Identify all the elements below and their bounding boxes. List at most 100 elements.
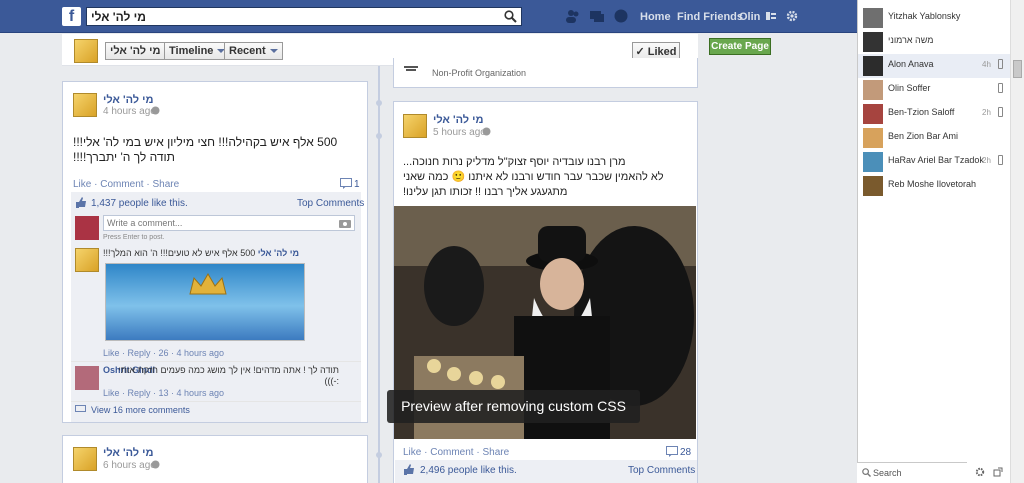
post-text: מרן רבנו עובדיה יוסף זצוק"ל מדליק נרות ח…: [403, 155, 673, 200]
post-text: 500 אלף איש בקהילה!!! חצי מיליון איש במי…: [73, 135, 338, 164]
organization-type: Non-Profit Organization: [432, 68, 527, 78]
likes-count[interactable]: 1,437 people like this.: [91, 198, 188, 209]
scrollbar-thumb[interactable]: [1013, 60, 1022, 78]
contact-name: Reb Moshe Ilovetorah: [888, 179, 977, 189]
post-author-name[interactable]: מי לה' אלי: [433, 114, 483, 126]
reply-line: מי לה' אלי 500 אלף איש לא טועים!!! ה' הו…: [103, 248, 299, 258]
press-enter-hint: Press Enter to post.: [103, 234, 165, 241]
post-author-avatar[interactable]: [73, 447, 97, 471]
camera-icon[interactable]: [339, 218, 351, 228]
timeline-dropdown[interactable]: Timeline: [164, 42, 231, 60]
write-comment-placeholder: Write a comment...: [107, 218, 183, 228]
chat-contact[interactable]: HaRav Ariel Bar Tzadok 2h: [858, 150, 1010, 174]
contact-name: Olin Soffer: [888, 83, 931, 93]
post-timestamp[interactable]: 4 hours ago: [103, 106, 156, 117]
profile-link[interactable]: Olin: [739, 11, 760, 23]
friend-requests-icon[interactable]: [565, 9, 581, 23]
top-bar: f מי לה' אלי Home Find Friends Olin: [0, 0, 857, 33]
chat-contact[interactable]: Alon Anava 4h: [858, 54, 1010, 78]
comment-icon[interactable]: [340, 178, 352, 189]
chat-options-gear-icon[interactable]: [975, 467, 985, 477]
comment-icon[interactable]: [666, 446, 678, 457]
page-avatar[interactable]: [74, 39, 98, 63]
view-more-comments-link[interactable]: View 16 more comments: [91, 405, 190, 415]
chat-contact[interactable]: Ben Zion Bar Ami: [858, 126, 1010, 150]
contact-name: Alon Anava: [888, 59, 934, 69]
chat-contact[interactable]: משה ארמוני: [858, 30, 1010, 54]
contact-name: Ben Zion Bar Ami: [888, 131, 959, 141]
like-thumb-icon: [76, 197, 86, 208]
create-page-button[interactable]: Create Page: [709, 38, 771, 55]
post-author-avatar[interactable]: [73, 93, 97, 117]
page-name-pill[interactable]: מי לה' אלי: [105, 42, 166, 60]
post-timestamp[interactable]: 5 hours ago: [433, 127, 486, 138]
reply-text: 500 אלף איש לא טועים!!! ה' הוא המלך!!!: [103, 248, 256, 258]
divider: [71, 361, 361, 362]
comment-count: 28: [680, 447, 692, 458]
mobile-icon: [998, 83, 1003, 93]
write-comment-input[interactable]: Write a comment...: [103, 215, 355, 231]
recent-dropdown[interactable]: Recent: [224, 42, 283, 60]
post-author-name[interactable]: מי לה' אלי: [103, 94, 153, 106]
top-comments-dropdown[interactable]: Top Comments: [297, 198, 364, 209]
reply-actions[interactable]: Like · Reply · 26 · 4 hours ago: [103, 348, 224, 358]
chat-contact[interactable]: Yitzhak Yablonsky: [858, 6, 1010, 30]
commenter-avatar[interactable]: [75, 366, 99, 390]
contact-avatar: [863, 176, 883, 196]
contact-avatar: [863, 80, 883, 100]
top-comments-dropdown[interactable]: Top Comments: [628, 465, 695, 476]
about-card: Non-Profit Organization: [393, 58, 698, 88]
chat-search-placeholder: Search: [873, 468, 902, 478]
globe-icon: [482, 127, 491, 136]
post-actions[interactable]: Like · Comment · Share: [403, 447, 509, 458]
likes-count[interactable]: 2,496 people like this.: [420, 465, 517, 476]
organization-icon: [404, 66, 418, 71]
timeline-label: Timeline: [169, 45, 214, 57]
find-friends-link[interactable]: Find Friends: [677, 11, 743, 23]
contact-avatar: [863, 8, 883, 28]
mobile-icon: [998, 107, 1003, 117]
contact-last-active: 2h: [982, 156, 991, 165]
contact-avatar: [863, 56, 883, 76]
comment-text: תודה לך ! אתה מדהים! אין לך מושג כמה פעמ…: [118, 365, 339, 386]
post-author-name[interactable]: מי לה' אלי: [103, 447, 153, 459]
contact-name: Yitzhak Yablonsky: [888, 11, 961, 21]
chat-popout-icon[interactable]: [993, 467, 1003, 477]
preview-tooltip: Preview after removing custom CSS: [387, 390, 640, 423]
post-timestamp[interactable]: 6 hours ago: [103, 460, 156, 471]
mobile-icon: [998, 155, 1003, 165]
post-card: מי לה' אלי 6 hours ago: [62, 435, 368, 483]
chat-contact[interactable]: Ben-Tzion Saloff 2h: [858, 102, 1010, 126]
post-author-avatar[interactable]: [403, 114, 427, 138]
facebook-logo[interactable]: f: [62, 7, 81, 26]
reply-author-avatar[interactable]: [75, 248, 99, 272]
settings-gear-icon[interactable]: [786, 10, 798, 22]
search-input[interactable]: מי לה' אלי: [86, 7, 522, 26]
liked-label: Liked: [647, 46, 677, 58]
search-value: מי לה' אלי: [91, 10, 147, 24]
home-link[interactable]: Home: [640, 11, 671, 23]
reply-image[interactable]: [105, 263, 305, 341]
post-text-line: מרן רבנו עובדיה יוסף זצוק"ל מדליק נרות ח…: [403, 156, 626, 168]
divider: [71, 401, 361, 402]
post-actions[interactable]: Like · Comment · Share: [73, 179, 179, 190]
comment-actions[interactable]: Like · Reply · 13 · 4 hours ago: [103, 388, 224, 398]
privacy-shortcuts-icon[interactable]: [765, 10, 777, 22]
chat-search-input[interactable]: Search: [857, 462, 967, 483]
contact-avatar: [863, 32, 883, 52]
contact-name: Ben-Tzion Saloff: [888, 107, 955, 117]
messages-icon[interactable]: [589, 9, 605, 23]
mobile-icon: [998, 59, 1003, 69]
contact-name: HaRav Ariel Bar Tzadok: [888, 155, 984, 165]
notifications-globe-icon[interactable]: [613, 9, 629, 23]
reply-author[interactable]: מי לה' אלי: [258, 248, 299, 258]
contact-avatar: [863, 128, 883, 148]
globe-icon: [151, 106, 160, 115]
search-icon[interactable]: [504, 10, 517, 23]
contact-avatar: [863, 104, 883, 124]
timeline-spine: [378, 66, 380, 483]
chat-contact[interactable]: Reb Moshe Ilovetorah: [858, 174, 1010, 198]
timeline-dot: [376, 133, 382, 139]
page-scrollbar[interactable]: [1010, 0, 1024, 483]
chat-contact[interactable]: Olin Soffer: [858, 78, 1010, 102]
